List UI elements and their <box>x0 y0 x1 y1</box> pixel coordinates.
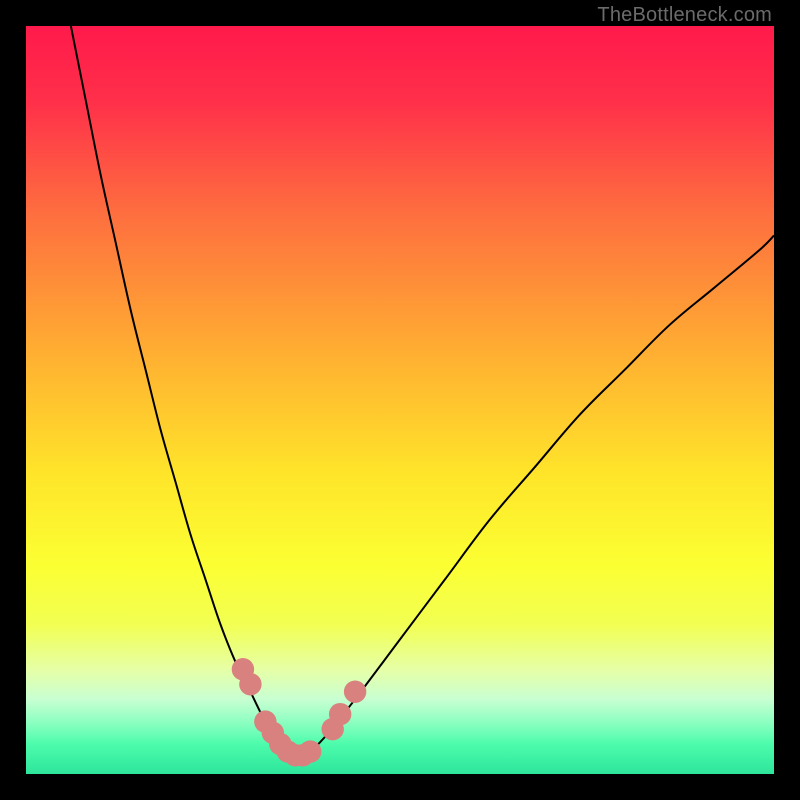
curve-layer <box>26 26 774 774</box>
bottleneck-curve <box>71 26 774 760</box>
marker-dot <box>344 681 366 703</box>
marker-group <box>232 658 367 766</box>
marker-dot <box>329 703 351 725</box>
watermark-text: TheBottleneck.com <box>597 4 772 27</box>
chart-frame: TheBottleneck.com <box>0 0 800 800</box>
marker-dot <box>299 740 321 762</box>
marker-dot <box>239 673 261 695</box>
plot-area <box>26 26 774 774</box>
